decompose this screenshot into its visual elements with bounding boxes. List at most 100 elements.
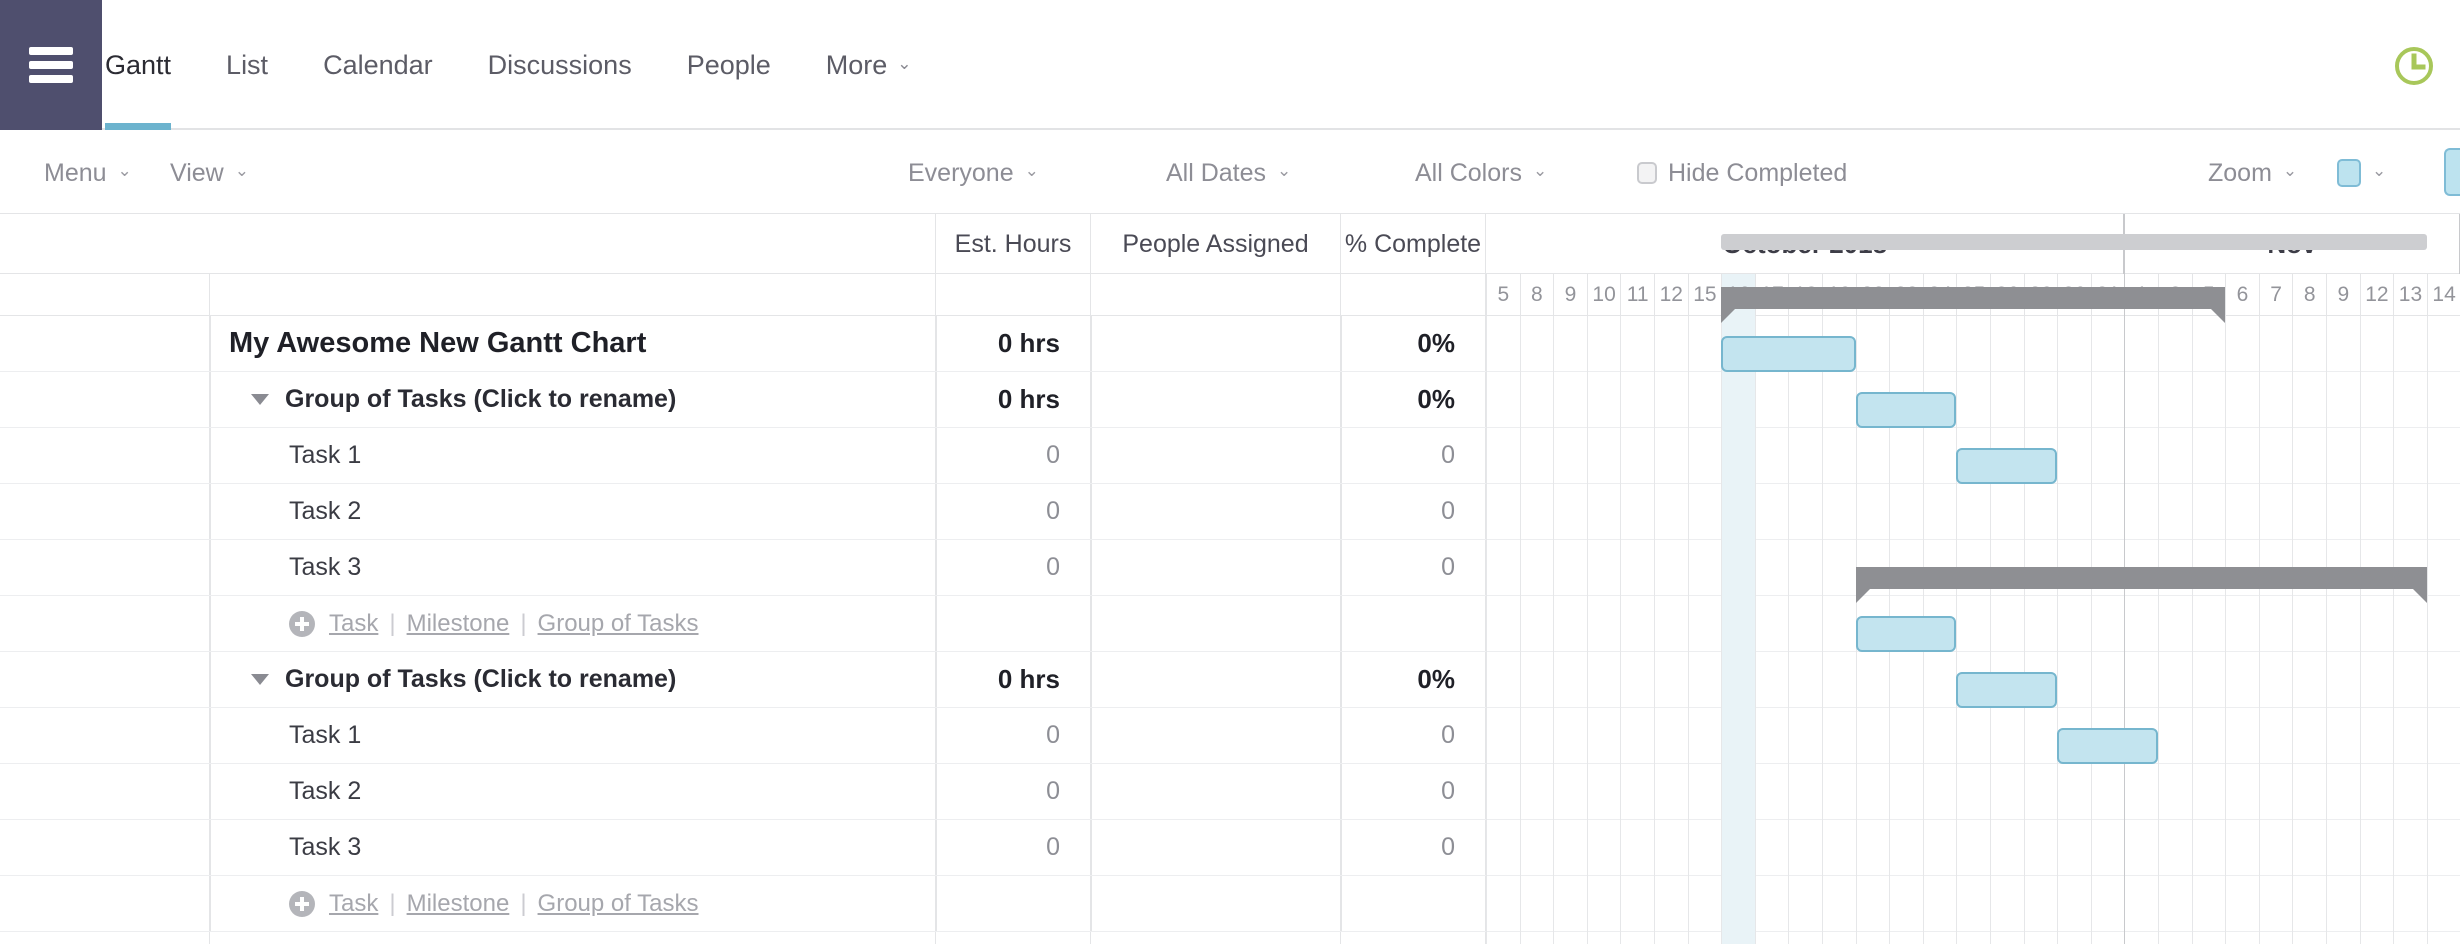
task-name-cell[interactable]: Task | Milestone | Group of Tasks (210, 596, 935, 651)
percent-complete-cell[interactable]: 0 (1341, 764, 1485, 819)
people-assigned-cell[interactable] (1091, 484, 1340, 539)
column-header-est-hours[interactable]: Est. Hours (935, 214, 1090, 274)
timeline-day-cell[interactable]: 12 (1654, 274, 1688, 316)
task-bar[interactable] (1956, 672, 2058, 708)
percent-complete-cell[interactable] (1341, 876, 1485, 931)
task-name-cell[interactable]: Task 2 (210, 484, 935, 539)
task-name-cell[interactable]: Group of Tasks (Click to rename) (210, 372, 935, 427)
everyone-filter-dropdown[interactable]: Everyone ⌄ (908, 132, 1039, 214)
percent-complete-cell[interactable]: 0% (1341, 372, 1485, 427)
est-hours-cell[interactable] (936, 876, 1090, 931)
timeline-day-cell[interactable]: 5 (1486, 274, 1520, 316)
task-bar[interactable] (1721, 336, 1856, 372)
add-group-link[interactable]: Group of Tasks (538, 890, 699, 918)
est-hours-cell[interactable]: 0 hrs (936, 316, 1090, 371)
task-name-cell[interactable]: Task 2 (210, 764, 935, 819)
percent-complete-cell[interactable]: 0% (1341, 652, 1485, 707)
tab-list[interactable]: List (226, 0, 268, 130)
timeline-day-cell[interactable]: 7 (2258, 274, 2293, 316)
est-hours-cell[interactable]: 0 (936, 764, 1090, 819)
plus-circle-icon[interactable] (289, 610, 315, 637)
people-assigned-cell[interactable] (1091, 316, 1340, 371)
task-name-cell[interactable]: My Awesome New Gantt Chart (210, 316, 935, 371)
tab-people[interactable]: People (687, 0, 771, 130)
task-name-label[interactable]: Task 2 (211, 497, 361, 526)
task-name-cell[interactable]: Task 1 (210, 708, 935, 763)
est-hours-cell[interactable]: 0 hrs (936, 372, 1090, 427)
column-header-percent-complete[interactable]: % Complete (1340, 214, 1485, 274)
people-assigned-cell[interactable] (1091, 652, 1340, 707)
collapse-triangle-icon[interactable] (251, 674, 269, 685)
task-name-cell[interactable]: Group of Tasks (Click to rename) (210, 652, 935, 707)
timeline-day-cell[interactable]: 8 (1519, 274, 1554, 316)
percent-complete-cell[interactable]: 0 (1341, 708, 1485, 763)
timeline-day-cell[interactable]: 13 (2393, 274, 2427, 316)
add-task-link[interactable]: Task (329, 610, 378, 638)
task-name-label[interactable]: Task 3 (211, 553, 361, 582)
group-name-label[interactable]: Group of Tasks (Click to rename) (285, 385, 676, 414)
add-task-link[interactable]: Task (329, 890, 378, 918)
percent-complete-cell[interactable]: 0 (1341, 484, 1485, 539)
all-colors-filter-dropdown[interactable]: All Colors ⌄ (1415, 132, 1547, 214)
task-name-label[interactable]: Task 1 (211, 441, 361, 470)
clock-icon[interactable] (2392, 44, 2436, 88)
est-hours-cell[interactable]: 0 (936, 820, 1090, 875)
task-bar[interactable] (1855, 616, 1957, 652)
view-dropdown[interactable]: View ⌄ (170, 132, 249, 214)
all-dates-filter-dropdown[interactable]: All Dates ⌄ (1166, 132, 1291, 214)
collapse-triangle-icon[interactable] (251, 394, 269, 405)
timeline-day-cell[interactable]: 11 (1620, 274, 1654, 316)
percent-complete-cell[interactable]: 0 (1341, 540, 1485, 595)
percent-complete-cell[interactable] (1341, 596, 1485, 651)
group-name-label[interactable]: Group of Tasks (Click to rename) (285, 665, 676, 694)
add-milestone-link[interactable]: Milestone (407, 610, 510, 638)
group-summary-bar[interactable] (1721, 287, 2226, 323)
people-assigned-cell[interactable] (1091, 820, 1340, 875)
zoom-color-swatch-dropdown[interactable]: ⌄ (2337, 132, 2386, 214)
est-hours-cell[interactable]: 0 hrs (936, 652, 1090, 707)
est-hours-cell[interactable]: 0 (936, 484, 1090, 539)
percent-complete-cell[interactable]: 0 (1341, 820, 1485, 875)
percent-complete-cell[interactable]: 0% (1341, 316, 1485, 371)
task-name-label[interactable]: Task 2 (211, 777, 361, 806)
zoom-dropdown[interactable]: Zoom ⌄ (2208, 132, 2297, 214)
task-bar[interactable] (2057, 728, 2158, 764)
est-hours-cell[interactable] (936, 596, 1090, 651)
task-bar[interactable] (1956, 448, 2058, 484)
timeline-day-cell[interactable]: 6 (2225, 274, 2259, 316)
timeline-day-cell[interactable]: 14 (2426, 274, 2460, 316)
task-name-cell[interactable]: Task 3 (210, 540, 935, 595)
add-group-link[interactable]: Group of Tasks (538, 610, 699, 638)
timeline-day-cell[interactable]: 8 (2292, 274, 2326, 316)
project-title[interactable]: My Awesome New Gantt Chart (211, 327, 646, 360)
add-milestone-link[interactable]: Milestone (407, 890, 510, 918)
task-name-cell[interactable]: Task 3 (210, 820, 935, 875)
timeline-day-cell[interactable]: 12 (2359, 274, 2394, 316)
people-assigned-cell[interactable] (1091, 876, 1340, 931)
timeline-day-cell[interactable]: 9 (2326, 274, 2360, 316)
percent-complete-cell[interactable]: 0 (1341, 428, 1485, 483)
people-assigned-cell[interactable] (1091, 428, 1340, 483)
task-bar[interactable] (1855, 392, 1957, 428)
est-hours-cell[interactable]: 0 (936, 540, 1090, 595)
people-assigned-cell[interactable] (1091, 372, 1340, 427)
est-hours-cell[interactable]: 0 (936, 428, 1090, 483)
menu-dropdown[interactable]: Menu ⌄ (44, 132, 132, 214)
hide-completed-toggle[interactable]: Hide Completed (1637, 132, 1847, 214)
people-assigned-cell[interactable] (1091, 540, 1340, 595)
task-name-cell[interactable]: Task 1 (210, 428, 935, 483)
plus-circle-icon[interactable] (289, 890, 315, 917)
task-name-label[interactable]: Task 3 (211, 833, 361, 862)
people-assigned-cell[interactable] (1091, 596, 1340, 651)
task-name-label[interactable]: Task 1 (211, 721, 361, 750)
people-assigned-cell[interactable] (1091, 764, 1340, 819)
tab-calendar[interactable]: Calendar (323, 0, 433, 130)
timeline-day-cell[interactable]: 15 (1687, 274, 1722, 316)
hamburger-menu-button[interactable] (0, 0, 102, 130)
group-summary-bar[interactable] (1855, 567, 2427, 603)
project-summary-bar[interactable] (1721, 234, 2427, 250)
timeline-day-cell[interactable]: 9 (1553, 274, 1587, 316)
est-hours-cell[interactable]: 0 (936, 708, 1090, 763)
tab-more[interactable]: More ⌄ (826, 0, 912, 130)
people-assigned-cell[interactable] (1091, 708, 1340, 763)
